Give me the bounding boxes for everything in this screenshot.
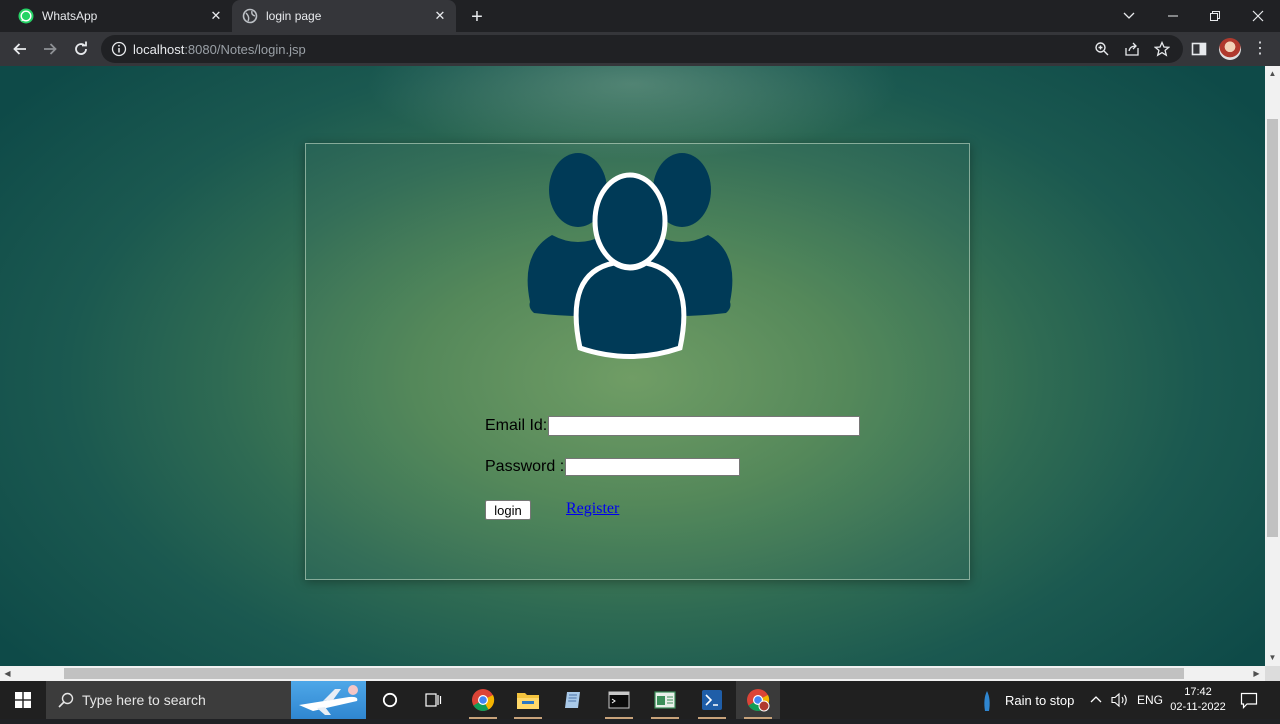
rain-weather-icon[interactable] [982,690,992,712]
globe-icon [242,8,258,24]
back-arrow-icon [13,43,26,55]
chrome-profile-icon [747,689,770,712]
address-bar[interactable]: localhost:8080/Notes/login.jsp [101,35,1183,63]
url-text: localhost:8080/Notes/login.jsp [133,42,306,57]
forward-arrow-icon [44,43,57,55]
horizontal-scroll-thumb[interactable] [64,668,1184,679]
taskbar-file-explorer[interactable] [506,681,550,719]
site-info-icon[interactable] [111,41,127,57]
scroll-left-arrow-icon[interactable]: ◀ [3,669,12,678]
profile-avatar[interactable] [1219,38,1241,60]
language-indicator[interactable]: ENG [1137,693,1163,707]
horizontal-scrollbar[interactable]: ◀ ▶ [0,666,1265,681]
login-button[interactable]: login [485,500,531,520]
taskbar-chrome-active[interactable] [736,681,780,719]
tab-whatsapp[interactable]: WhatsApp ✕ [8,0,232,32]
back-button[interactable] [8,37,32,61]
taskbar-search[interactable]: Type here to search [46,681,366,719]
share-icon[interactable] [1124,41,1140,57]
clock-time: 17:42 [1184,686,1212,698]
url-path: :8080/Notes/login.jsp [184,42,306,57]
taskbar-window-app[interactable] [643,681,687,719]
tab-title: login page [266,9,322,23]
tab-login-page[interactable]: login page ✕ [232,0,456,32]
taskbar-terminal[interactable] [597,681,641,719]
email-field[interactable] [548,416,861,436]
register-link[interactable]: Register [566,500,619,518]
url-host: localhost [133,42,185,57]
menu-kebab-icon[interactable]: ⋮ [1252,40,1268,58]
tab-strip: WhatsApp ✕ login page ✕ + [0,0,1280,32]
weather-text[interactable]: Rain to stop [1005,693,1074,708]
search-placeholder: Type here to search [82,692,206,708]
scroll-down-arrow-icon[interactable]: ▼ [1268,653,1277,662]
users-group-icon [527,153,733,359]
zoom-icon[interactable] [1094,41,1110,57]
clock[interactable]: 17:42 02-11-2022 [1168,685,1228,715]
bookmark-star-icon[interactable] [1154,41,1170,57]
notebook-icon [565,692,580,708]
cortana-button[interactable] [368,681,412,719]
forward-button[interactable] [38,37,62,61]
scroll-right-arrow-icon[interactable]: ▶ [1252,669,1261,678]
browser-toolbar: localhost:8080/Notes/login.jsp ⋮ [0,32,1280,66]
window-app-icon [654,691,676,709]
clock-date: 02-11-2022 [1170,701,1226,713]
email-row: Email Id: [485,416,861,436]
airplane-search-highlight-icon[interactable] [291,681,366,719]
close-tab-icon[interactable]: ✕ [206,6,226,26]
restore-button[interactable] [1193,0,1237,32]
cortana-circle-icon [382,692,398,708]
tab-title: WhatsApp [42,9,98,23]
taskbar-vs-code[interactable] [690,681,734,719]
search-icon [58,692,74,708]
close-tab-icon[interactable]: ✕ [430,6,450,26]
reload-icon [75,41,87,55]
speaker-icon[interactable] [1111,692,1129,708]
folder-icon [517,693,539,709]
chrome-icon [472,689,495,711]
task-view-button[interactable] [412,681,456,719]
code-editor-icon [702,690,722,710]
tab-search-chevron-icon[interactable] [1107,0,1151,32]
password-field[interactable] [565,458,741,476]
windows-taskbar: Type here to search Rain to stop ENG 17:… [0,681,1280,719]
reload-button[interactable] [69,37,93,61]
email-label: Email Id: [485,417,548,434]
chevron-up-icon[interactable] [1090,694,1102,706]
vertical-scrollbar[interactable]: ▲ ▼ [1265,66,1280,666]
page-viewport: Email Id: Password : login Register [0,66,1265,666]
terminal-icon [608,691,630,709]
close-window-button[interactable] [1236,0,1280,32]
vertical-scroll-thumb[interactable] [1267,119,1278,537]
scroll-up-arrow-icon[interactable]: ▲ [1268,69,1277,78]
minimize-button[interactable] [1151,0,1195,32]
password-row: Password : [485,458,741,476]
notification-icon[interactable] [1240,691,1258,709]
task-view-icon [425,693,442,707]
windows-logo-icon [15,692,31,708]
taskbar-notepad-app[interactable] [551,681,595,719]
new-tab-button[interactable]: + [466,6,488,28]
taskbar-chrome[interactable] [461,681,505,719]
whatsapp-icon [18,8,34,24]
start-button[interactable] [0,681,46,719]
login-card: Email Id: Password : login Register [305,143,970,580]
scrollbar-corner [1265,666,1280,681]
password-label: Password : [485,458,565,475]
side-panel-icon[interactable] [1191,41,1207,57]
